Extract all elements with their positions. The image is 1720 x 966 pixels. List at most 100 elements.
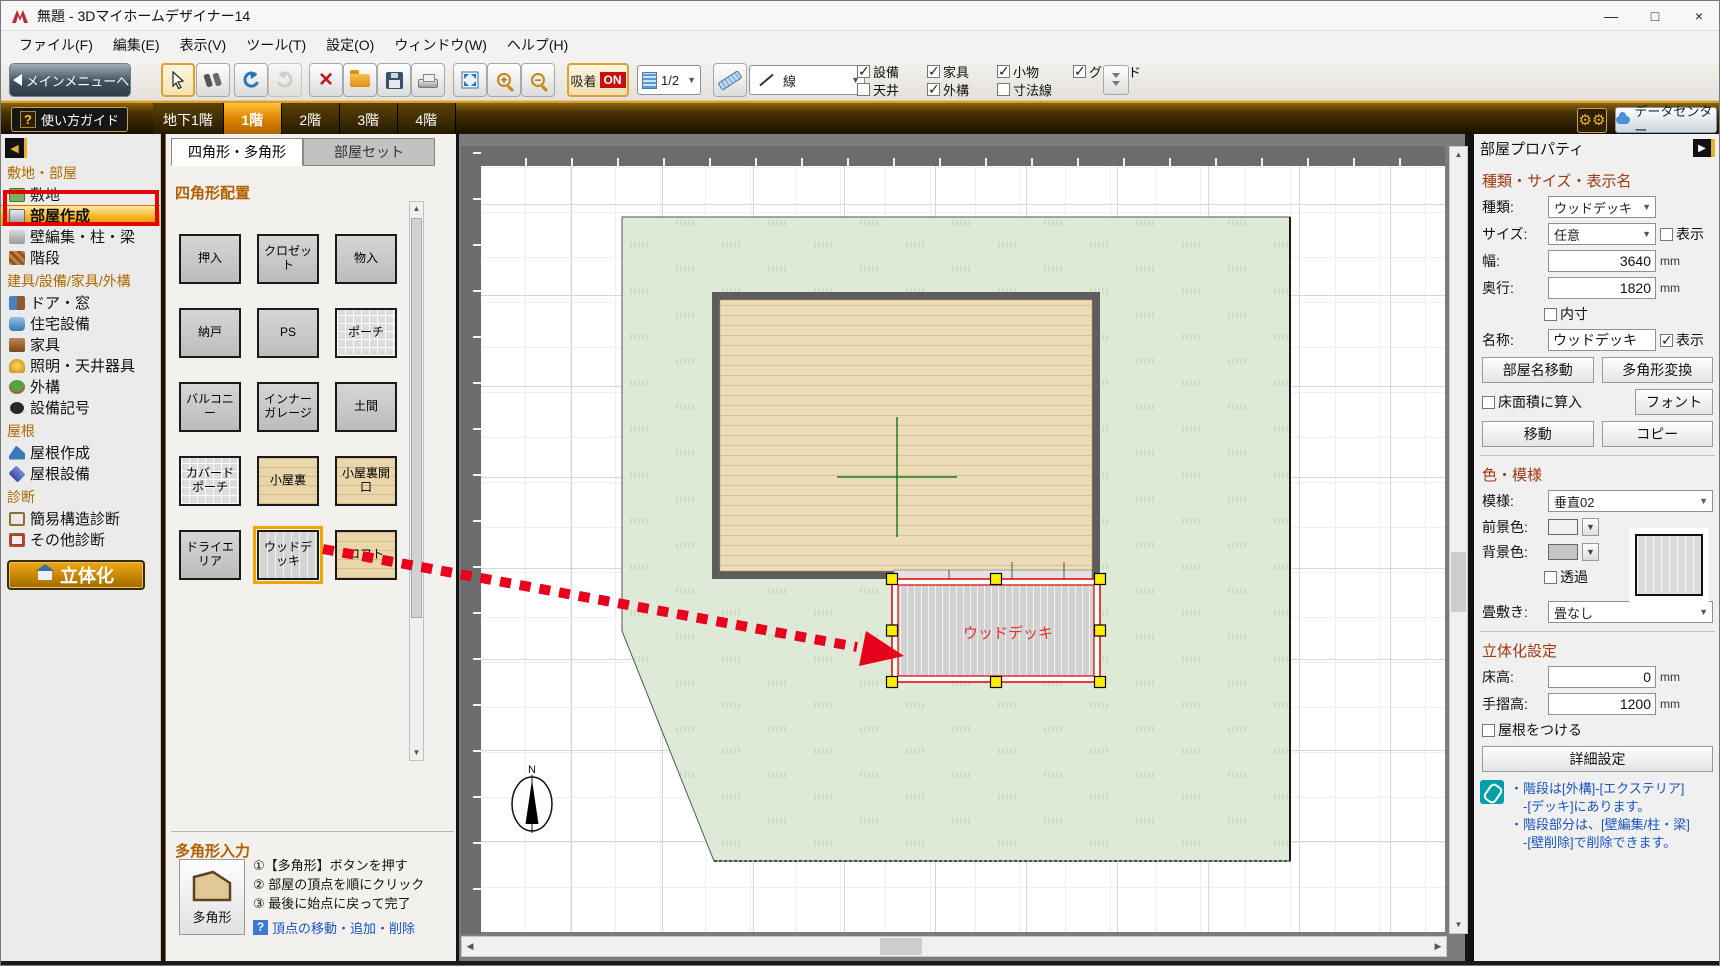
drawing-sheet[interactable]: ウッドデッキ N <box>481 166 1445 932</box>
move-button[interactable]: 移動 <box>1482 421 1594 447</box>
scroll-left-icon[interactable]: ◀ <box>462 937 478 956</box>
tab-room-set[interactable]: 部屋セット <box>303 138 435 166</box>
move-room-name-button[interactable]: 部屋名移動 <box>1482 357 1594 383</box>
tab-floor2[interactable]: 2階 <box>282 103 340 136</box>
detail-settings-button[interactable]: 詳細設定 <box>1482 746 1713 772</box>
type-dropdown[interactable]: ウッドデッキ▼ <box>1548 196 1656 218</box>
tile-closet[interactable]: クロゼット <box>257 234 319 284</box>
sidebar-item-stairs[interactable]: 階段 <box>1 247 160 268</box>
bg-color-swatch[interactable] <box>1548 544 1578 560</box>
checkbox-tenjo[interactable]: 天井 <box>857 80 927 98</box>
tile-oshiire[interactable]: 押入 <box>179 234 241 284</box>
toolbar-expand-button[interactable] <box>1103 65 1129 95</box>
wood-deck-shape[interactable]: ウッドデッキ <box>887 574 1106 688</box>
polygon-convert-button[interactable]: 多角形変換 <box>1602 357 1714 383</box>
tile-wood-deck[interactable]: ウッドデッキ <box>257 530 319 580</box>
font-button[interactable]: フォント <box>1635 389 1713 415</box>
sidebar-item-structure-check[interactable]: 簡易構造診断 <box>1 508 160 529</box>
tile-ps[interactable]: PS <box>257 308 319 358</box>
scrollbar-thumb[interactable] <box>1451 552 1466 612</box>
fg-color-swatch[interactable] <box>1548 519 1578 535</box>
sidebar-item-exterior[interactable]: 外構 <box>1 376 160 397</box>
grid-scale-dropdown[interactable]: 1/2 ▼ <box>637 65 701 95</box>
inner-dim-checkbox[interactable]: 内寸 <box>1544 304 1588 324</box>
canvas-vscrollbar[interactable]: ▲ ▼ <box>1449 146 1468 934</box>
menu-help[interactable]: ヘルプ(H) <box>497 31 578 59</box>
menu-window[interactable]: ウィンドウ(W) <box>384 31 497 59</box>
tile-porch[interactable]: ポーチ <box>335 308 397 358</box>
name-show-checkbox[interactable]: 表示 <box>1660 330 1704 350</box>
rail-height-input[interactable] <box>1548 693 1656 715</box>
settings-gears-button[interactable]: ⚙⚙ <box>1577 108 1607 133</box>
sidebar-item-equipment-symbol[interactable]: 設備記号 <box>1 397 160 418</box>
copy-button[interactable]: コピー <box>1602 421 1714 447</box>
close-button[interactable]: × <box>1677 1 1720 31</box>
name-input[interactable] <box>1548 329 1656 351</box>
tile-doma[interactable]: 土間 <box>335 382 397 432</box>
checkbox-setsubi[interactable]: 設備 <box>857 62 927 80</box>
room-shape[interactable] <box>712 292 1100 579</box>
open-file-button[interactable] <box>343 63 377 97</box>
maximize-button[interactable]: □ <box>1633 1 1677 31</box>
tab-rect-polygon[interactable]: 四角形・多角形 <box>171 138 303 166</box>
sidebar-item-lighting[interactable]: 照明・天井器具 <box>1 355 160 376</box>
measure-tool-button[interactable] <box>713 63 747 97</box>
tile-mononire[interactable]: 物入 <box>335 234 397 284</box>
tile-koyaura[interactable]: 小屋裏 <box>257 456 319 506</box>
sidebar-item-wall-edit[interactable]: 壁編集・柱・梁 <box>1 226 160 247</box>
scroll-down-icon[interactable]: ▼ <box>410 746 423 760</box>
delete-button[interactable]: × <box>309 63 343 97</box>
checkbox-sunpousen[interactable]: 寸法線 <box>997 80 1073 98</box>
tab-floor3[interactable]: 3階 <box>340 103 398 136</box>
scroll-right-icon[interactable]: ▶ <box>1430 937 1446 956</box>
snap-toggle-button[interactable]: 吸着 ON <box>567 63 629 97</box>
transparent-checkbox[interactable]: 透過 <box>1544 567 1588 587</box>
menu-settings[interactable]: 設定(O) <box>316 31 384 59</box>
chevron-down-icon[interactable]: ▼ <box>1582 518 1599 536</box>
chevron-down-icon[interactable]: ▼ <box>1582 543 1599 561</box>
zoom-in-button[interactable]: + <box>487 63 521 97</box>
checkbox-komono[interactable]: 小物 <box>997 62 1073 80</box>
pattern-dropdown[interactable]: 垂直02▼ <box>1548 490 1713 512</box>
sidebar-item-fixtures[interactable]: 住宅設備 <box>1 313 160 334</box>
minimize-button[interactable]: — <box>1589 1 1633 31</box>
sidebar-item-other-check[interactable]: その他診断 <box>1 529 160 550</box>
print-button[interactable] <box>411 63 445 97</box>
undo-button[interactable] <box>234 63 268 97</box>
tile-covered-porch[interactable]: カバードポーチ <box>179 456 241 506</box>
palette-scrollbar[interactable]: ▲ ▼ <box>409 201 424 761</box>
tile-nando[interactable]: 納戸 <box>179 308 241 358</box>
width-input[interactable] <box>1548 250 1656 272</box>
size-dropdown[interactable]: 任意▼ <box>1548 223 1656 245</box>
scroll-up-icon[interactable]: ▲ <box>1452 148 1465 162</box>
walkthrough-tool-button[interactable] <box>196 63 230 97</box>
menu-tools[interactable]: ツール(T) <box>236 31 316 59</box>
tile-loft[interactable]: ロフト <box>335 530 397 580</box>
select-tool-button[interactable] <box>161 63 195 97</box>
depth-input[interactable] <box>1548 277 1656 299</box>
sidebar-item-roof-equipment[interactable]: 屋根設備 <box>1 463 160 484</box>
panel-expand-icon[interactable]: ▶ <box>1693 139 1715 157</box>
size-show-checkbox[interactable]: 表示 <box>1660 224 1704 244</box>
scroll-up-icon[interactable]: ▲ <box>410 202 423 216</box>
roof-checkbox[interactable]: 屋根をつける <box>1482 720 1582 740</box>
tab-basement1[interactable]: 地下1階 <box>153 103 224 136</box>
tile-dry-area[interactable]: ドライエリア <box>179 530 241 580</box>
sidebar-collapse-button[interactable]: ◀ <box>5 138 27 158</box>
menu-view[interactable]: 表示(V) <box>170 31 237 59</box>
vertex-help-link[interactable]: ? 頂点の移動・追加・削除 <box>253 918 415 937</box>
sidebar-item-roof-create[interactable]: 屋根作成 <box>1 442 160 463</box>
data-center-button[interactable]: データセンター <box>1615 107 1717 133</box>
checkbox-gaikou[interactable]: 外構 <box>927 80 997 98</box>
zoom-out-button[interactable]: − <box>521 63 555 97</box>
scrollbar-thumb[interactable] <box>880 938 922 955</box>
fit-view-button[interactable] <box>453 63 487 97</box>
tab-floor1[interactable]: 1階 <box>224 103 282 136</box>
sidebar-item-furniture[interactable]: 家具 <box>1 334 160 355</box>
tile-balcony[interactable]: バルコニー <box>179 382 241 432</box>
checkbox-kagu[interactable]: 家具 <box>927 62 997 80</box>
menu-file[interactable]: ファイル(F) <box>9 31 103 59</box>
line-style-dropdown[interactable]: 線 ▼ <box>749 65 865 95</box>
canvas-hscrollbar[interactable]: ◀ ▶ <box>461 936 1447 957</box>
scrollbar-thumb[interactable] <box>411 218 422 618</box>
